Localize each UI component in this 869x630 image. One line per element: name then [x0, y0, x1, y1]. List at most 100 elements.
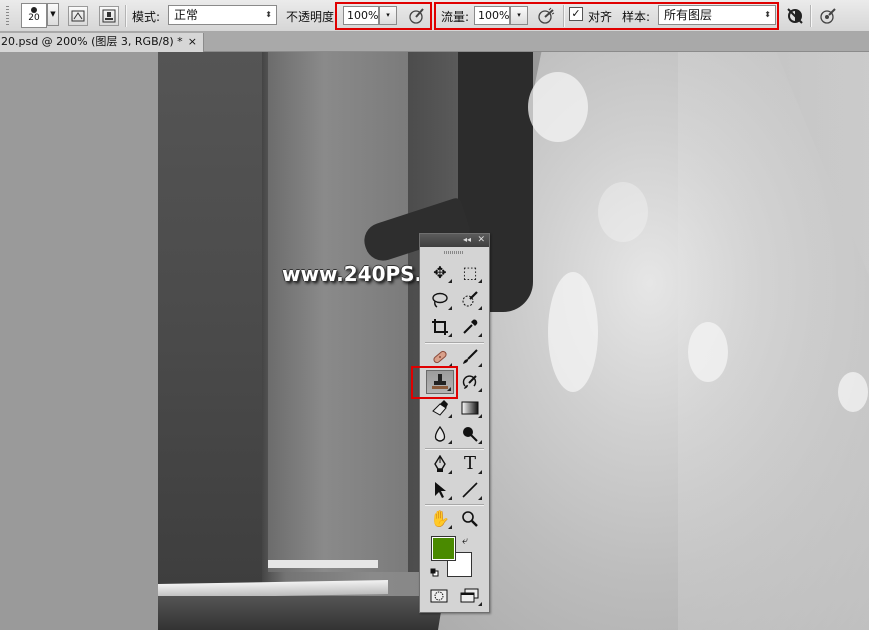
pen-pressure-size-icon [820, 8, 836, 24]
marquee-tool[interactable]: ⬚ [456, 261, 484, 285]
eraser-icon [432, 400, 448, 416]
tool-flyout-icon [478, 414, 482, 418]
tools-panel: ◂◂ ✕ ✥ ⬚ T ✋ ⤶ [419, 233, 490, 613]
spot-healing-brush-tool[interactable] [426, 345, 454, 369]
document-canvas[interactable] [158, 52, 869, 630]
blur-tool[interactable] [426, 422, 454, 446]
pressure-size-button[interactable] [818, 6, 838, 26]
line-tool[interactable] [456, 478, 484, 502]
brush-preset-dropdown[interactable]: ▼ [47, 3, 59, 26]
tool-flyout-icon [478, 333, 482, 337]
canvas-floor [158, 596, 458, 630]
tool-flyout-icon [478, 440, 482, 444]
gradient-tool[interactable] [456, 396, 484, 420]
opacity-slider-dropdown[interactable]: ▾ [379, 6, 397, 25]
arrow-pointer-icon [435, 482, 446, 498]
history-brush-icon [462, 375, 477, 389]
eyedropper-tool[interactable] [456, 315, 484, 339]
mode-label: 模式: [132, 10, 161, 24]
tools-separator [425, 342, 484, 343]
separator [810, 5, 811, 27]
quick-mask-button[interactable] [425, 584, 453, 608]
clone-source-icon [102, 9, 116, 23]
flow-value: 100% [478, 9, 510, 22]
opacity-label: 不透明度 [286, 10, 335, 24]
collapse-panel-button[interactable]: ◂◂ [463, 234, 471, 246]
move-tool[interactable]: ✥ [426, 261, 454, 285]
crop-icon [432, 319, 448, 335]
pen-tool[interactable] [426, 452, 454, 476]
sample-layers-select[interactable]: 所有图层 ⬍ [658, 5, 776, 25]
hand-icon: ✋ [430, 509, 450, 528]
type-tool[interactable]: T [456, 452, 484, 476]
select-arrows-icon: ⬍ [265, 10, 272, 19]
flow-input[interactable]: 100% [474, 6, 510, 25]
pressure-opacity-button[interactable] [407, 6, 427, 26]
blend-mode-value: 正常 [174, 8, 199, 22]
pen-icon [434, 455, 446, 472]
zoom-tool[interactable] [456, 507, 484, 531]
aligned-checkbox[interactable]: ✓ [569, 7, 583, 21]
tool-flyout-icon [448, 470, 452, 474]
brush-preset-picker[interactable]: 20 [21, 3, 47, 28]
dodge-icon [463, 427, 478, 442]
eraser-tool[interactable] [426, 396, 454, 420]
tool-flyout-icon [478, 306, 482, 310]
flow-label: 流量: [441, 10, 470, 24]
tool-flyout-icon [448, 414, 452, 418]
swap-colors-icon[interactable]: ⤶ [462, 534, 468, 548]
tools-panel-titlebar[interactable]: ◂◂ ✕ [420, 234, 489, 247]
canvas-lace [598, 182, 648, 242]
tool-flyout-icon [448, 496, 452, 500]
clone-stamp-tool[interactable] [426, 370, 454, 394]
ignore-adjustment-layers-button[interactable] [785, 6, 805, 26]
quick-selection-tool[interactable] [456, 288, 484, 312]
airbrush-button[interactable] [536, 6, 558, 26]
type-icon: T [463, 453, 476, 474]
close-tab-button[interactable]: × [188, 33, 197, 51]
blend-mode-select[interactable]: 正常 ⬍ [168, 5, 277, 25]
tool-flyout-icon [478, 496, 482, 500]
document-tab-bar: 20.psd @ 200% (图层 3, RGB/8) * × [0, 32, 869, 52]
select-arrows-icon: ⬍ [764, 10, 771, 19]
bandage-icon [433, 350, 447, 364]
canvas-wall-shadow [158, 52, 262, 630]
checkmark-icon: ✓ [571, 7, 581, 20]
dodge-tool[interactable] [456, 422, 484, 446]
opacity-input[interactable]: 100% [343, 6, 379, 25]
options-bar-grip[interactable] [6, 6, 9, 26]
crop-tool[interactable] [426, 315, 454, 339]
flow-slider-dropdown[interactable]: ▾ [510, 6, 528, 25]
brush-size-value: 20 [28, 13, 40, 23]
tool-flyout-icon [448, 440, 452, 444]
tool-flyout-icon [448, 306, 452, 310]
tool-flyout-icon [448, 525, 452, 529]
document-tab[interactable]: 20.psd @ 200% (图层 3, RGB/8) * × [0, 33, 204, 52]
ignore-adjustment-icon [787, 8, 803, 24]
toggle-clone-source-panel-button[interactable] [99, 6, 119, 26]
screen-mode-button[interactable] [456, 584, 484, 608]
close-panel-button[interactable]: ✕ [477, 234, 485, 246]
path-selection-tool[interactable] [426, 478, 454, 502]
panel-grip[interactable] [444, 251, 464, 254]
eyedropper-icon [463, 319, 478, 334]
screen-mode-icon [460, 588, 479, 603]
hand-tool[interactable]: ✋ [426, 507, 454, 531]
default-colors-icon[interactable] [430, 566, 439, 577]
brush-tool[interactable] [456, 345, 484, 369]
tool-flyout-icon [478, 363, 482, 367]
lasso-tool[interactable] [426, 288, 454, 312]
move-icon: ✥ [433, 263, 447, 282]
tool-flyout-icon [448, 363, 452, 367]
history-brush-tool[interactable] [456, 370, 484, 394]
foreground-color-swatch[interactable] [431, 536, 456, 561]
tools-separator [425, 448, 484, 449]
blur-drop-icon [434, 425, 446, 442]
pen-pressure-icon [409, 8, 424, 24]
canvas-lace [548, 272, 598, 392]
sample-label: 样本: [622, 10, 651, 24]
canvas-pillar [268, 52, 408, 572]
tool-flyout-icon [478, 602, 482, 606]
tool-flyout-icon [478, 388, 482, 392]
toggle-brush-panel-button[interactable] [68, 6, 88, 26]
